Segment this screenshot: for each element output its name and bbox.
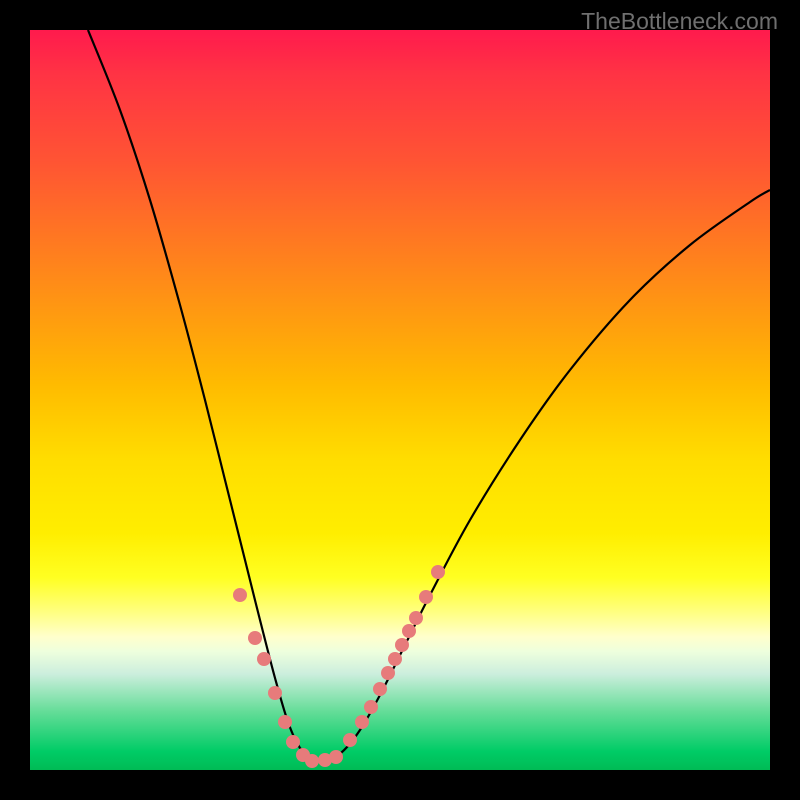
data-marker	[388, 652, 402, 666]
chart-container: TheBottleneck.com	[0, 0, 800, 800]
data-marker	[233, 588, 247, 602]
data-marker	[268, 686, 282, 700]
data-marker	[364, 700, 378, 714]
data-marker	[402, 624, 416, 638]
plot-area	[30, 30, 770, 770]
data-marker	[381, 666, 395, 680]
watermark-text: TheBottleneck.com	[581, 8, 778, 35]
data-marker	[305, 754, 319, 768]
data-marker	[373, 682, 387, 696]
data-marker	[395, 638, 409, 652]
curve-path	[88, 30, 770, 760]
data-marker	[419, 590, 433, 604]
data-marker	[286, 735, 300, 749]
data-marker	[329, 750, 343, 764]
bottleneck-curve	[30, 30, 770, 770]
data-marker	[431, 565, 445, 579]
data-marker	[409, 611, 423, 625]
data-marker	[278, 715, 292, 729]
data-marker	[248, 631, 262, 645]
curve-markers	[233, 565, 445, 768]
data-marker	[257, 652, 271, 666]
data-marker	[355, 715, 369, 729]
data-marker	[343, 733, 357, 747]
